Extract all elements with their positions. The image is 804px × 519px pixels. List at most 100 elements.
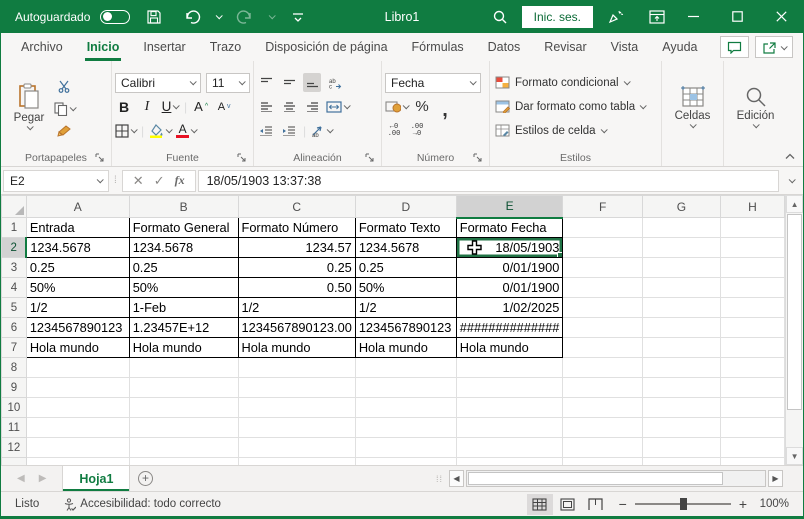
decrease-decimal-button[interactable]: .00→0 [408,121,426,140]
copy-icon[interactable] [54,99,75,118]
comments-button[interactable] [720,36,749,58]
cell-H6[interactable] [720,318,784,338]
styles-item-estilos-de-celda[interactable]: Estilos de celda [495,120,658,141]
zoom-slider[interactable] [635,503,731,505]
cell-F3[interactable] [563,258,643,278]
number-dialog-launcher[interactable] [473,153,483,163]
search-icon[interactable] [486,5,514,29]
cell-G3[interactable] [643,258,721,278]
cell-H7[interactable] [720,338,784,358]
cell-F2[interactable] [563,238,643,258]
cell-H2[interactable] [720,238,784,258]
font-color-icon[interactable]: A [176,121,196,140]
vertical-scroll-thumb[interactable] [787,214,802,410]
cell-E6[interactable]: ############## [456,318,563,338]
clipboard-dialog-launcher[interactable] [95,153,105,163]
tab-archivo[interactable]: Archivo [9,33,75,61]
cell-E7[interactable]: Hola mundo [456,338,563,358]
cell-A1[interactable]: Entrada [26,218,129,238]
tab-revisar[interactable]: Revisar [532,33,598,61]
comma-style-button[interactable]: , [436,97,454,116]
cell-A4[interactable]: 50% [26,278,129,298]
row-header-9[interactable]: 9 [2,378,27,398]
cell-F11[interactable] [563,418,643,438]
cell-D10[interactable] [355,398,456,418]
scroll-up-icon[interactable]: ▲ [786,195,803,213]
styles-item-dar-formato-como-tabla[interactable]: Dar formato como tabla [495,96,658,117]
cell-C5[interactable]: 1/2 [238,298,355,318]
cell-A8[interactable] [26,358,129,378]
cell-A10[interactable] [26,398,129,418]
cell-E4[interactable]: 0/01/1900 [456,278,563,298]
cell-C3[interactable]: 0.25 [238,258,355,278]
cell-G9[interactable] [643,378,721,398]
percent-style-button[interactable]: % [413,97,431,116]
cell-C8[interactable] [238,358,355,378]
column-header-A[interactable]: A [26,196,129,218]
cell-E10[interactable] [456,398,563,418]
cell-C4[interactable]: 0.50 [238,278,355,298]
column-header-D[interactable]: D [355,196,456,218]
cell-H12[interactable] [720,438,784,458]
select-all-corner[interactable] [2,196,27,218]
cell-D1[interactable]: Formato Texto [355,218,456,238]
ribbon-display-options-icon[interactable] [643,5,671,29]
column-header-F[interactable]: F [563,196,643,218]
styles-item-formato-condicional[interactable]: Formato condicional [495,72,658,93]
confirm-entry-icon[interactable]: ✓ [154,173,165,189]
cell-D8[interactable] [355,358,456,378]
tab-datos[interactable]: Datos [476,33,533,61]
horizontal-scrollbar[interactable] [466,470,766,487]
tab-fórmulas[interactable]: Fórmulas [400,33,476,61]
align-center-icon[interactable] [280,97,298,116]
row-header-1[interactable]: 1 [2,218,27,238]
accounting-dropdown-icon[interactable] [403,102,410,109]
minimize-button[interactable] [671,0,715,33]
underline-button[interactable]: U [161,97,179,116]
cell-B2[interactable]: 1234.5678 [129,238,238,258]
cell-B11[interactable] [129,418,238,438]
next-sheet-icon[interactable]: ▶ [39,473,47,484]
column-header-C[interactable]: C [238,196,355,218]
increase-indent-icon[interactable] [280,121,298,140]
page-layout-view-icon[interactable] [555,494,581,515]
cell-E9[interactable] [456,378,563,398]
row-header-2[interactable]: 2 [2,238,27,258]
align-bottom-icon[interactable] [303,73,321,92]
column-header-B[interactable]: B [129,196,238,218]
row-header-3[interactable]: 3 [2,258,27,278]
quick-access-toolbar-icon[interactable] [284,5,312,29]
cancel-entry-icon[interactable]: ✕ [133,173,144,189]
sign-in-button[interactable]: Inic. ses. [522,6,593,28]
undo-button[interactable] [178,5,206,29]
font-color-dropdown-icon[interactable] [191,126,198,133]
tab-inicio[interactable]: Inicio [75,33,132,61]
cell-F1[interactable] [563,218,643,238]
cell-D2[interactable]: 1234.5678 [355,238,456,258]
align-right-icon[interactable] [303,97,321,116]
row-header-8[interactable]: 8 [2,358,27,378]
cell-F12[interactable] [563,438,643,458]
close-button[interactable] [759,0,803,33]
name-box[interactable]: E2 [3,170,109,192]
increase-decimal-button[interactable]: ←0.00 [385,121,403,140]
decrease-indent-icon[interactable] [257,121,275,140]
scroll-left-icon[interactable]: ◀ [449,470,464,487]
cut-icon[interactable] [54,77,75,96]
horizontal-scroll-thumb[interactable] [468,472,723,485]
cell-H1[interactable] [720,218,784,238]
row-header-11[interactable]: 11 [2,418,27,438]
cell-A12[interactable] [26,438,129,458]
column-header-H[interactable]: H [720,196,784,218]
paste-dropdown-icon[interactable] [26,123,33,130]
cell-E1[interactable]: Formato Fecha [456,218,563,238]
cell-F10[interactable] [563,398,643,418]
accounting-format-icon[interactable] [385,97,408,116]
cell-H5[interactable] [720,298,784,318]
cell-B9[interactable] [129,378,238,398]
cell-C2[interactable]: 1234.57 [238,238,355,258]
share-button[interactable] [755,36,793,58]
cell-A7[interactable]: Hola mundo [26,338,129,358]
cell-F5[interactable] [563,298,643,318]
cell-G4[interactable] [643,278,721,298]
